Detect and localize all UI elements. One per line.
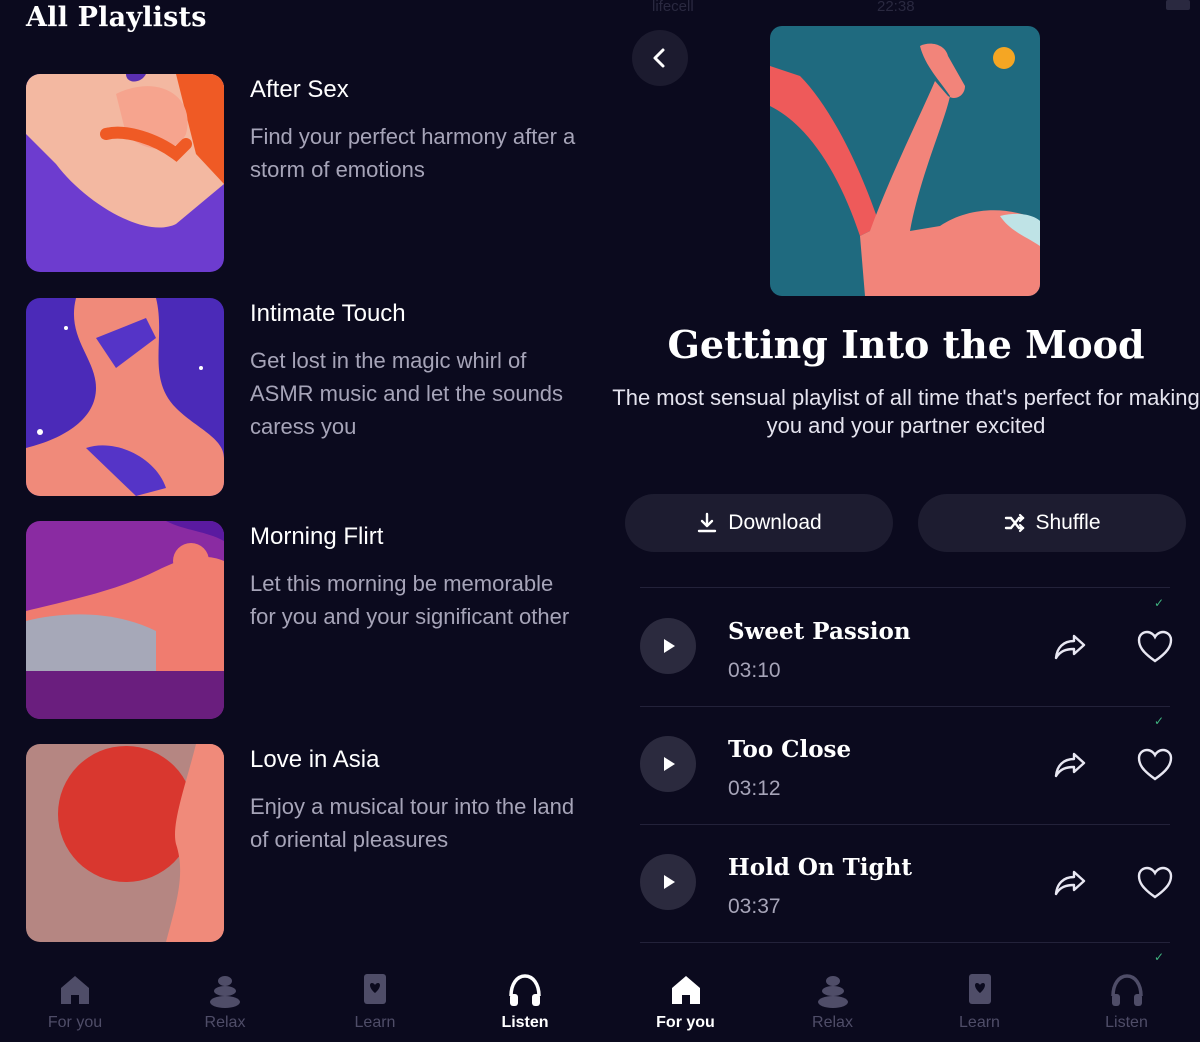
tab-for-you[interactable]: For you (612, 960, 759, 1042)
shuffle-icon (1004, 513, 1025, 533)
divider (640, 942, 1170, 943)
share-icon[interactable] (1050, 626, 1090, 666)
play-button[interactable] (640, 618, 696, 674)
playlist-card-intimate-touch[interactable]: Intimate Touch Get lost in the magic whi… (26, 298, 586, 498)
back-button[interactable] (632, 30, 688, 86)
shuffle-button[interactable]: Shuffle (918, 494, 1186, 552)
shuffle-label: Shuffle (1035, 511, 1101, 534)
playlist-description: Let this morning be memorable for you an… (250, 571, 570, 629)
playlist-description: Find your perfect harmony after a storm … (250, 124, 576, 182)
tab-label: Relax (812, 1014, 853, 1031)
all-playlists-screen: All Playlists After Sex Find your perfec… (0, 0, 600, 1042)
playlist-artwork (26, 74, 224, 272)
download-button[interactable]: Download (625, 494, 893, 552)
chevron-left-icon (653, 48, 665, 68)
tab-label: Learn (959, 1014, 1000, 1031)
track-row[interactable]: ✓ Sweet Passion 03:10 (612, 588, 1200, 706)
playlist-artwork (26, 298, 224, 496)
playlist-description: Enjoy a musical tour into the land of or… (250, 794, 575, 852)
track-duration: 03:37 (728, 895, 781, 918)
playlist-detail-screen: lifecell 22:38 Getting Into the Mood The… (612, 0, 1200, 1042)
playlist-title: Morning Flirt (250, 523, 384, 550)
download-label: Download (728, 511, 822, 534)
heart-icon[interactable] (1136, 746, 1174, 784)
play-icon (664, 757, 675, 771)
tab-relax[interactable]: Relax (150, 960, 300, 1042)
tab-label: For you (656, 1014, 715, 1031)
tab-learn[interactable]: Learn (906, 960, 1053, 1042)
playlist-card-after-sex[interactable]: After Sex Find your perfect harmony afte… (26, 74, 586, 274)
clock: 22:38 (877, 0, 915, 15)
track-name: Hold On Tight (728, 854, 912, 881)
track-name: Too Close (728, 736, 852, 763)
status-bar: lifecell 22:38 (612, 0, 1200, 18)
tab-label: Listen (501, 1014, 549, 1031)
headphones-icon (509, 974, 541, 1006)
play-button[interactable] (640, 736, 696, 792)
book-heart-icon (364, 974, 386, 1004)
playlist-title: Love in Asia (250, 746, 380, 773)
track-duration: 03:10 (728, 659, 781, 682)
track-name: Sweet Passion (728, 618, 911, 645)
carrier-label: lifecell (652, 0, 694, 15)
tab-learn[interactable]: Learn (300, 960, 450, 1042)
share-icon[interactable] (1050, 744, 1090, 784)
headphones-icon (1110, 974, 1143, 1006)
home-icon (671, 976, 700, 1004)
playlist-title: Intimate Touch (250, 300, 406, 327)
tab-relax[interactable]: Relax (759, 960, 906, 1042)
track-row[interactable]: Hold On Tight 03:37 (612, 824, 1200, 942)
stones-icon (210, 976, 240, 1008)
playlist-title: After Sex (250, 76, 349, 103)
tab-label: Learn (354, 1014, 396, 1031)
tab-bar: For you Relax Learn Listen (0, 960, 600, 1042)
book-heart-icon (968, 974, 991, 1004)
battery-icon (1166, 0, 1190, 10)
downloaded-check-icon: ✓ (1154, 714, 1165, 728)
tab-for-you[interactable]: For you (0, 960, 150, 1042)
tab-label: For you (47, 1014, 103, 1031)
playlist-card-love-in-asia[interactable]: Love in Asia Enjoy a musical tour into t… (26, 744, 586, 944)
playlist-artwork (26, 744, 224, 942)
stones-icon (817, 976, 848, 1008)
tab-listen[interactable]: Listen (1053, 960, 1200, 1042)
downloaded-check-icon: ✓ (1154, 596, 1165, 610)
play-icon (664, 639, 675, 653)
download-icon (698, 512, 717, 533)
play-button[interactable] (640, 854, 696, 910)
playlist-artwork (26, 521, 224, 719)
tab-listen[interactable]: Listen (450, 960, 600, 1042)
tab-label: Relax (204, 1014, 246, 1031)
play-icon (664, 875, 675, 889)
heart-icon[interactable] (1136, 628, 1174, 666)
playlist-title: Getting Into the Mood (667, 322, 1145, 367)
tab-label: Listen (1105, 1014, 1148, 1031)
page-title: All Playlists (26, 2, 207, 33)
playlist-card-morning-flirt[interactable]: Morning Flirt Let this morning be memora… (26, 521, 586, 721)
tab-bar: For you Relax Learn Listen (612, 960, 1200, 1042)
playlist-description: Get lost in the magic whirl of ASMR musi… (250, 348, 564, 439)
playlist-description: The most sensual playlist of all time th… (612, 385, 1200, 438)
home-icon (61, 976, 89, 1004)
track-row[interactable]: ✓ Too Close 03:12 (612, 706, 1200, 824)
playlist-cover (770, 26, 1040, 296)
share-icon[interactable] (1050, 862, 1090, 902)
track-duration: 03:12 (728, 777, 781, 800)
heart-icon[interactable] (1136, 864, 1174, 902)
